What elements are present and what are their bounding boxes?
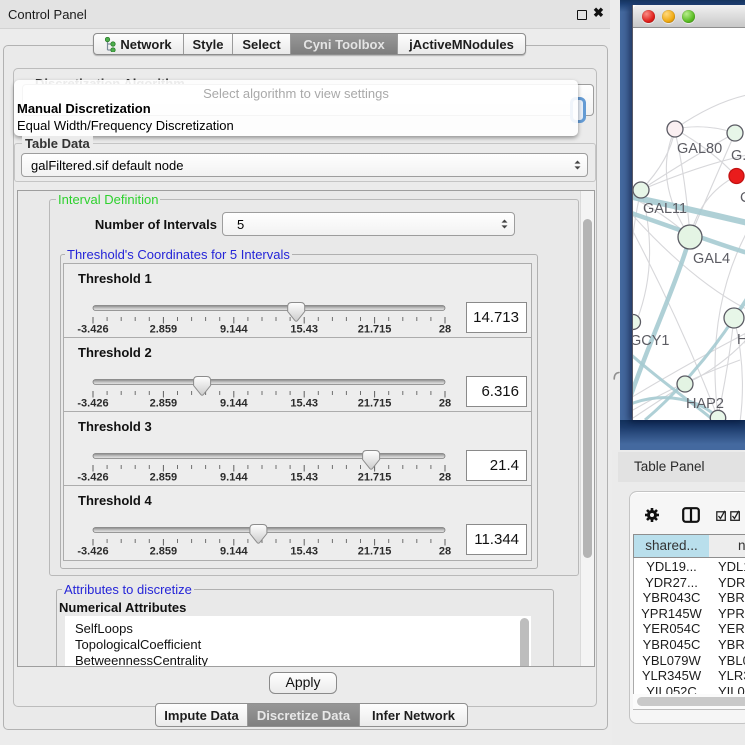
- svg-text:HAP2: HAP2: [686, 396, 724, 412]
- svg-text:GAL4: GAL4: [693, 251, 730, 267]
- svg-text:H: H: [737, 332, 745, 348]
- svg-text:G.: G.: [731, 148, 745, 164]
- svg-text:GAL11: GAL11: [643, 201, 687, 217]
- svg-text:C: C: [740, 190, 745, 206]
- svg-text:GAL80: GAL80: [677, 141, 722, 157]
- svg-text:GCY1: GCY1: [633, 333, 670, 349]
